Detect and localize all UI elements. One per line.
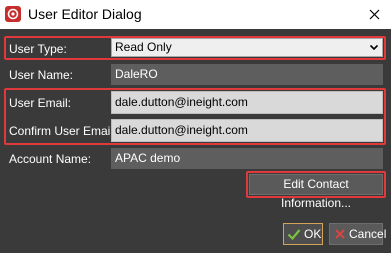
chevron-down-icon [369, 44, 379, 51]
edit-contact-info-button[interactable]: Edit Contact Information... [249, 174, 383, 210]
user-email-label: User Email: [9, 96, 72, 110]
app-logo-icon [5, 6, 21, 22]
x-mark-icon [335, 229, 345, 239]
cancel-label: Cancel [349, 227, 387, 241]
user-type-value: Read Only [115, 40, 172, 54]
account-name-field: APAC demo [111, 148, 383, 169]
close-button[interactable] [358, 0, 391, 29]
window-title: User Editor Dialog [28, 6, 142, 22]
checkmark-icon [287, 229, 301, 241]
confirm-email-label: Confirm User Email: [9, 124, 117, 138]
user-name-label: User Name: [9, 68, 74, 82]
user-type-select[interactable]: Read Only [111, 38, 383, 57]
ok-label: OK [304, 227, 322, 241]
account-name-label: Account Name: [9, 152, 92, 166]
ok-button[interactable]: OK [283, 223, 323, 245]
confirm-email-input[interactable]: dale.dutton@ineight.com [111, 119, 383, 142]
title-bar: User Editor Dialog [0, 0, 391, 29]
user-type-label: User Type: [9, 42, 67, 56]
close-icon [369, 9, 380, 20]
cancel-button[interactable]: Cancel [329, 223, 387, 245]
user-name-field: DaleRO [111, 64, 383, 85]
user-email-input[interactable]: dale.dutton@ineight.com [111, 91, 383, 114]
